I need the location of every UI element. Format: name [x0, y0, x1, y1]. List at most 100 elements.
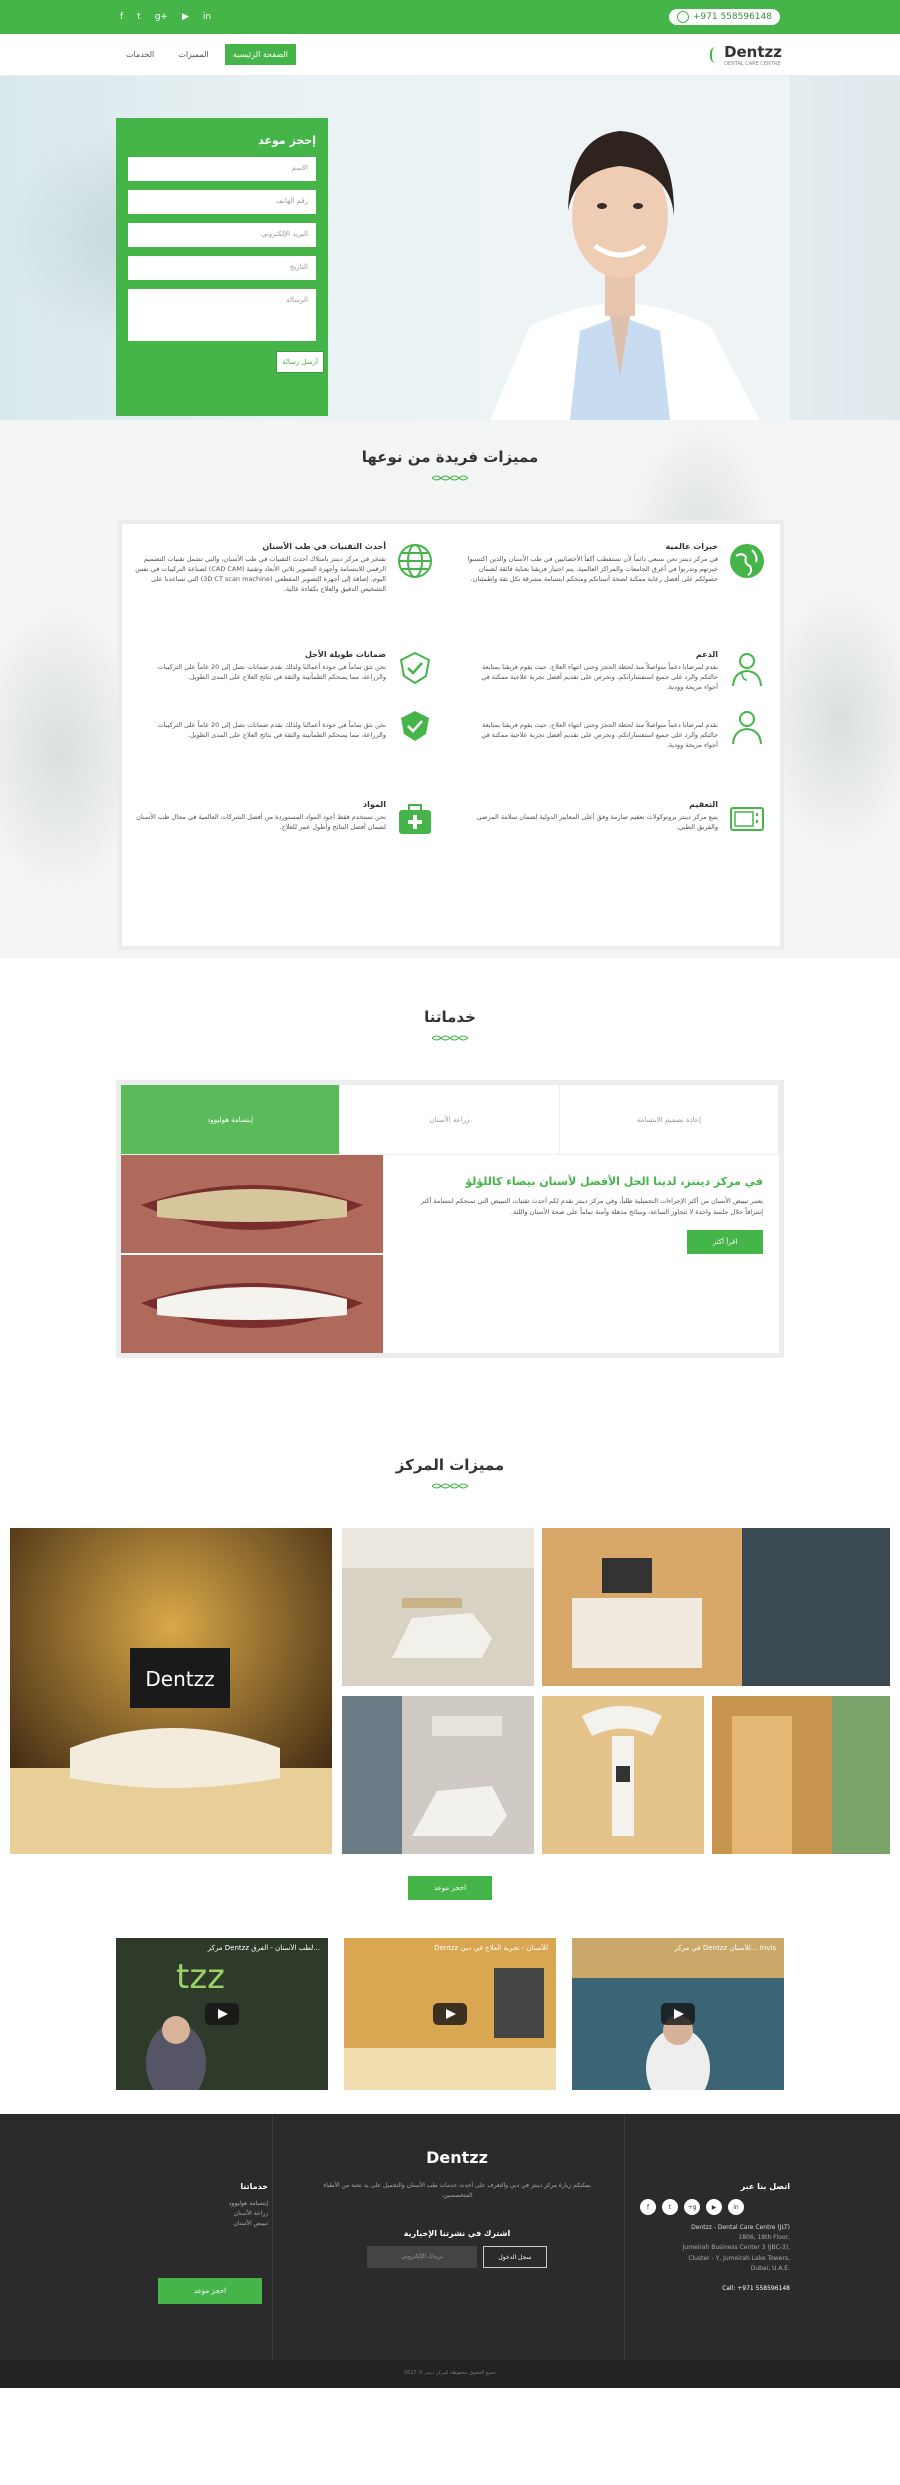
footer-about-text: يمكنكم زيارة مركز دينتز في دبي والتعرف ع…	[323, 2182, 591, 2200]
phone-field[interactable]: رقم الهاتف	[128, 190, 316, 214]
nav-item-features[interactable]: المميزات	[170, 44, 217, 65]
address-line: Dentzz - Dental Care Centre (JLT)	[691, 2224, 790, 2231]
footer-service-link[interactable]: تبييض الأسنان	[158, 2219, 268, 2229]
footer-phone[interactable]: Call: +971 558596148	[640, 2284, 790, 2294]
play-icon[interactable]	[433, 2003, 467, 2025]
services-tabs: إبتسامة هوليوود زراعة الأسنان إعادة تصمي…	[121, 1085, 779, 1155]
nav-item-home[interactable]: الصفحة الرئيسية	[224, 44, 296, 65]
sterilizer-icon	[730, 807, 764, 831]
phone-contact[interactable]: +971 558596148	[668, 9, 780, 25]
nav-menu: الخدمات المميزات الصفحة الرئيسية	[118, 44, 296, 65]
facebook-icon[interactable]: f	[640, 2199, 656, 2215]
youtube-icon[interactable]: ▶	[182, 12, 189, 22]
feature-text: في مركز دينتز نحن نسعى دائماً لأن نستقطب…	[467, 555, 718, 584]
feature-title: خبرات عالمية	[665, 542, 718, 551]
gallery-reception-image[interactable]: Dentzz	[10, 1528, 332, 1854]
logo-text: Dentzz	[724, 42, 782, 61]
feature-text: نفتخر في مركز دينتز بامتلاك أحدث التقنيا…	[135, 555, 386, 594]
twitter-icon[interactable]: t	[137, 12, 141, 22]
feature-title: التعقيم	[689, 800, 718, 809]
video-player[interactable]: في مركز Dentzz للأسنان... Invis	[572, 1938, 784, 2090]
footer-contact: اتصل بنا عبر in ▶ g+ t f Dentzz - Dental…	[640, 2182, 790, 2294]
video-player[interactable]: tzz مركز Dentzz لطب الأسنان - الفرق...	[116, 1938, 328, 2090]
phone-number: +971 558596148	[692, 12, 772, 22]
youtube-icon[interactable]: ▶	[706, 2199, 722, 2215]
logo[interactable]: Dentzz DENTAL CARE CENTRE	[710, 43, 782, 67]
newsletter-email-input[interactable]: بريدك الإلكتروني	[367, 2246, 477, 2269]
newsletter-form: سجل الدخول بريدك الإلكتروني	[312, 2246, 602, 2269]
services-box: إبتسامة هوليوود زراعة الأسنان إعادة تصمي…	[116, 1080, 784, 1358]
video-player[interactable]: Dentzz للأسنان - تجربة العلاج في دبي	[344, 1938, 556, 2090]
video-title: في مركز Dentzz للأسنان... Invis	[674, 1944, 776, 1952]
globe-icon	[730, 544, 764, 578]
video-title: مركز Dentzz لطب الأسنان - الفرق...	[207, 1944, 320, 1952]
feature-item: نقدم لمرضانا دعماً متواصلاً منذ لحظة الح…	[466, 708, 766, 750]
feature-item: خبرات عالمية في مركز دينتز نحن نسعى دائم…	[466, 542, 766, 584]
message-field[interactable]: الرسالة	[128, 289, 316, 341]
footer-service-link[interactable]: زراعة الأسنان	[158, 2209, 268, 2219]
feature-title: المواد	[363, 800, 386, 809]
googleplus-icon[interactable]: g+	[684, 2199, 700, 2215]
twitter-icon[interactable]: t	[662, 2199, 678, 2215]
feature-title: ضمانات طويلة الأجل	[305, 650, 386, 659]
footer-book-button[interactable]: احجز موعد	[158, 2278, 262, 2304]
address-line: Jumeirah Business Center 3 (JBC-3),	[682, 2244, 790, 2252]
gallery-xray-machine-image[interactable]	[542, 1696, 704, 1854]
address-line: Dubai, U.A.E.	[750, 2264, 790, 2272]
address-line: Cluster - Y, Jumeirah Lake Towers,	[688, 2254, 790, 2262]
send-button[interactable]: أرسل رسالة	[276, 351, 324, 373]
service-content: في مركز دينتز، لدينا الحل الأفضل لأسنان …	[121, 1155, 779, 1353]
appointment-form: إحجز موعد الاسم رقم الهاتف البريد الإلكت…	[116, 118, 328, 416]
footer-service-link[interactable]: إبتسامة هوليوود	[158, 2199, 268, 2209]
feature-text: نحن نثق تماماً في جودة أعمالنا ولذلك نقد…	[157, 663, 386, 682]
read-more-button[interactable]: اقرأ أكثر	[687, 1230, 763, 1255]
tab-smile-makeover[interactable]: إعادة تصميم الابتسامة	[560, 1085, 779, 1154]
photo-gallery: Dentzz	[10, 1528, 890, 1854]
tab-dental-implants[interactable]: زراعة الأسنان	[340, 1085, 560, 1154]
gallery-treatment-room-image[interactable]	[342, 1696, 534, 1854]
feature-item: الدعم نقدم لمرضانا دعماً متواصلاً منذ لح…	[466, 650, 766, 692]
feature-item: نحن نثق تماماً في جودة أعمالنا ولذلك نقد…	[134, 708, 434, 741]
globe-outline-icon	[398, 544, 432, 578]
phone-pill[interactable]: +971 558596148	[668, 9, 780, 25]
footer-divider	[272, 2114, 273, 2360]
facebook-icon[interactable]: f	[120, 12, 123, 22]
footer-social: in ▶ g+ t f	[640, 2199, 790, 2215]
footer-about: Dentzz يمكنكم زيارة مركز دينتز في دبي وا…	[312, 2148, 602, 2269]
svg-text:Dentzz: Dentzz	[145, 1667, 214, 1691]
services-section: خدماتنا إبتسامة هوليوود زراعة الأسنان إع…	[0, 958, 900, 1408]
feature-item: ضمانات طويلة الأجل نحن نثق تماماً في جود…	[134, 650, 434, 685]
feature-text: نحن نستخدم فقط أجود المواد المستوردة من …	[136, 813, 386, 832]
service-heading: في مركز دينتز، لدينا الحل الأفضل لأسنان …	[465, 1175, 763, 1188]
email-field[interactable]: البريد الإلكتروني	[128, 223, 316, 247]
linkedin-icon[interactable]: in	[203, 12, 211, 22]
play-icon[interactable]	[661, 2003, 695, 2025]
feature-text-repeat: نحن نثق تماماً في جودة أعمالنا ولذلك نقد…	[157, 721, 386, 740]
nav-item-services[interactable]: الخدمات	[118, 44, 162, 65]
newsletter-submit-button[interactable]: سجل الدخول	[483, 2246, 547, 2269]
award-badge-icon	[401, 711, 429, 741]
play-icon[interactable]	[205, 2003, 239, 2025]
footer-logo[interactable]: Dentzz	[312, 2148, 602, 2167]
googleplus-icon[interactable]: g+	[155, 12, 168, 22]
feature-text: نقدم لمرضانا دعماً متواصلاً منذ لحظة الح…	[481, 663, 718, 692]
services-title: خدماتنا	[424, 1008, 476, 1026]
linkedin-icon[interactable]: in	[728, 2199, 744, 2215]
tab-hollywood-smile[interactable]: إبتسامة هوليوود	[121, 1085, 341, 1154]
book-appointment-button[interactable]: احجز موعد	[408, 1876, 492, 1900]
date-field[interactable]: التاريخ	[128, 256, 316, 280]
dna-divider-icon	[432, 1035, 468, 1041]
doctor-icon	[732, 653, 762, 687]
gallery-corridor-image[interactable]	[712, 1696, 890, 1854]
footer-address: Dentzz - Dental Care Centre (JLT) 1806, …	[640, 2223, 790, 2294]
feature-item: المواد نحن نستخدم فقط أجود المواد المستو…	[134, 800, 434, 834]
gallery-dental-chair-image[interactable]	[342, 1528, 534, 1686]
logo-mark-icon	[710, 46, 722, 63]
feature-title: أحدث التقنيات في طب الأسنان	[262, 542, 386, 551]
feature-item: أحدث التقنيات في طب الأسنان نفتخر في مرك…	[134, 542, 434, 594]
gallery-clinic-room-image[interactable]	[542, 1528, 890, 1686]
footer-divider	[624, 2114, 625, 2360]
whatsapp-icon	[676, 11, 689, 23]
name-field[interactable]: الاسم	[128, 157, 316, 181]
features-panel: خبرات عالمية في مركز دينتز نحن نسعى دائم…	[118, 520, 784, 950]
